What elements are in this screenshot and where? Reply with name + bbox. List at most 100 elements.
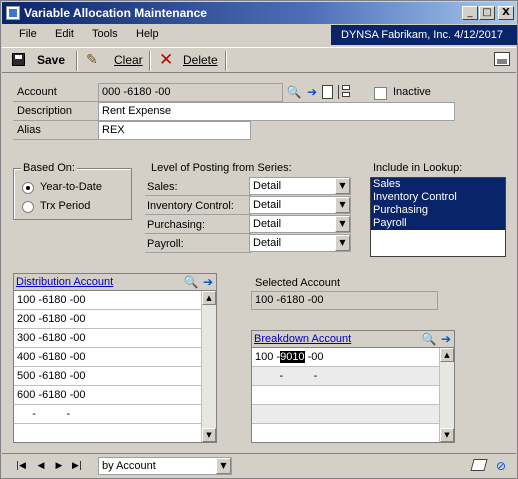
minimize-button[interactable]: _ (462, 6, 478, 20)
alias-input[interactable]: REX (98, 121, 251, 140)
delete-button[interactable]: Delete (183, 53, 218, 67)
posting-purchasing-value: Detail (253, 218, 282, 230)
inactive-checkbox[interactable] (374, 87, 387, 100)
posting-inventory-label: Inventory Control: (147, 200, 234, 212)
table-row[interactable] (252, 386, 454, 405)
posting-payroll-label: Payroll: (147, 238, 184, 250)
lookup-item-sales[interactable]: Sales (371, 178, 505, 191)
table-row[interactable]: 600 -6180 -00 (14, 386, 216, 405)
account-input[interactable]: 000 -6180 -00 (98, 83, 283, 102)
save-icon (12, 53, 25, 66)
distribution-account-header[interactable]: Distribution Account (16, 276, 113, 288)
scroll-down-icon[interactable]: ▼ (440, 428, 454, 442)
breakdown-grid: 100 -9010 -00 - - ▲ ▼ (251, 347, 455, 443)
go-to-arrow-icon[interactable]: ➔ (438, 331, 454, 347)
chevron-down-icon[interactable]: ▼ (335, 216, 350, 232)
scroll-down-icon[interactable]: ▼ (202, 428, 216, 442)
field-divider (13, 120, 99, 121)
first-record-icon[interactable]: |◀ (14, 460, 28, 472)
breakdown-account-header[interactable]: Breakdown Account (254, 333, 351, 345)
selected-account-value: 100 -6180 -00 (251, 291, 438, 310)
posting-inventory-select[interactable]: Detail ▼ (249, 196, 351, 214)
sort-order-select[interactable]: by Account ▼ (98, 457, 232, 475)
save-button[interactable]: Save (37, 53, 65, 67)
trx-period-label: Trx Period (40, 200, 91, 212)
delete-icon: ✕ (159, 50, 174, 70)
posting-payroll-value: Detail (253, 237, 282, 249)
menu-tools[interactable]: Tools (92, 28, 118, 40)
title-bar: Variable Allocation Maintenance _ □ X (2, 2, 516, 24)
table-row[interactable]: - - (252, 367, 454, 386)
lookup-title: Include in Lookup: (373, 162, 463, 174)
previous-record-icon[interactable]: ◀ (34, 460, 48, 472)
table-row[interactable]: - - (14, 405, 216, 424)
next-record-icon[interactable]: ▶ (52, 460, 66, 472)
note-icon[interactable] (470, 459, 488, 471)
lookup-item-payroll[interactable]: Payroll (371, 217, 505, 230)
account-label: Account (17, 86, 57, 98)
inactive-label: Inactive (393, 86, 431, 98)
table-row[interactable]: 100 -6180 -00 (14, 291, 216, 310)
distribution-grid: 100 -6180 -00 200 -6180 -00 300 -6180 -0… (13, 290, 217, 443)
toolbar-separator (149, 51, 151, 71)
lookup-item-purchasing[interactable]: Purchasing (371, 204, 505, 217)
chevron-down-icon[interactable]: ▼ (216, 458, 231, 474)
resize-grip-icon[interactable]: ⊘ (496, 459, 506, 473)
field-divider (145, 195, 251, 196)
field-divider (145, 233, 251, 234)
menu-edit[interactable]: Edit (55, 28, 74, 40)
lookup-icon[interactable]: 🔍 (286, 84, 302, 100)
lookup-item-inventory[interactable]: Inventory Control (371, 191, 505, 204)
posting-inventory-value: Detail (253, 199, 282, 211)
table-row[interactable]: 400 -6180 -00 (14, 348, 216, 367)
chevron-down-icon[interactable]: ▼ (335, 235, 350, 251)
note-icon[interactable] (322, 85, 333, 99)
scroll-up-icon[interactable]: ▲ (440, 348, 454, 362)
window: Variable Allocation Maintenance _ □ X Fi… (0, 0, 518, 479)
posting-purchasing-select[interactable]: Detail ▼ (249, 215, 351, 233)
close-button[interactable]: X (498, 6, 514, 20)
last-record-icon[interactable]: ▶| (70, 460, 84, 472)
scrollbar[interactable]: ▲ ▼ (439, 348, 454, 442)
breakdown-grid-header: Breakdown Account 🔍 ➔ (251, 330, 455, 348)
lookup-icon[interactable]: 🔍 (421, 331, 437, 347)
chevron-down-icon[interactable]: ▼ (335, 197, 350, 213)
table-row[interactable] (252, 405, 454, 424)
account-tree-icon[interactable] (338, 85, 352, 99)
menu-file[interactable]: File (19, 28, 37, 40)
alias-label: Alias (17, 124, 41, 136)
go-to-arrow-icon[interactable]: ➔ (304, 84, 320, 100)
toolbar-separator (76, 51, 78, 71)
posting-sales-label: Sales: (147, 181, 178, 193)
include-in-lookup-list[interactable]: Sales Inventory Control Purchasing Payro… (370, 177, 506, 257)
maximize-button[interactable]: □ (479, 6, 495, 20)
table-row[interactable]: 300 -6180 -00 (14, 329, 216, 348)
field-divider (145, 214, 251, 215)
status-bar: |◀ ◀ ▶ ▶| by Account ▼ ⊘ (2, 453, 516, 477)
based-on-title: Based On: (21, 162, 77, 174)
table-row[interactable]: 200 -6180 -00 (14, 310, 216, 329)
lookup-icon[interactable]: 🔍 (183, 274, 199, 290)
year-to-date-label: Year-to-Date (40, 181, 102, 193)
description-label: Description (17, 105, 73, 117)
radio-trx-period[interactable] (22, 201, 34, 213)
posting-payroll-select[interactable]: Detail ▼ (249, 234, 351, 252)
scrollbar[interactable]: ▲ ▼ (201, 291, 216, 442)
clear-button[interactable]: Clear (114, 53, 143, 67)
radio-year-to-date[interactable] (22, 182, 34, 194)
sort-order-value: by Account (102, 460, 156, 472)
table-row[interactable]: 500 -6180 -00 (14, 367, 216, 386)
posting-sales-value: Detail (253, 180, 282, 192)
table-row[interactable]: 100 -9010 -00 (252, 348, 454, 367)
go-to-arrow-icon[interactable]: ➔ (200, 274, 216, 290)
app-icon (6, 6, 20, 20)
distribution-grid-header: Distribution Account 🔍 ➔ (13, 273, 217, 291)
chevron-down-icon[interactable]: ▼ (335, 178, 350, 194)
toolbar-separator (225, 51, 227, 71)
scroll-up-icon[interactable]: ▲ (202, 291, 216, 305)
posting-sales-select[interactable]: Detail ▼ (249, 177, 351, 195)
menu-help[interactable]: Help (136, 28, 159, 40)
description-input[interactable]: Rent Expense (98, 102, 455, 121)
posting-purchasing-label: Purchasing: (147, 219, 206, 231)
print-icon[interactable] (494, 52, 510, 66)
